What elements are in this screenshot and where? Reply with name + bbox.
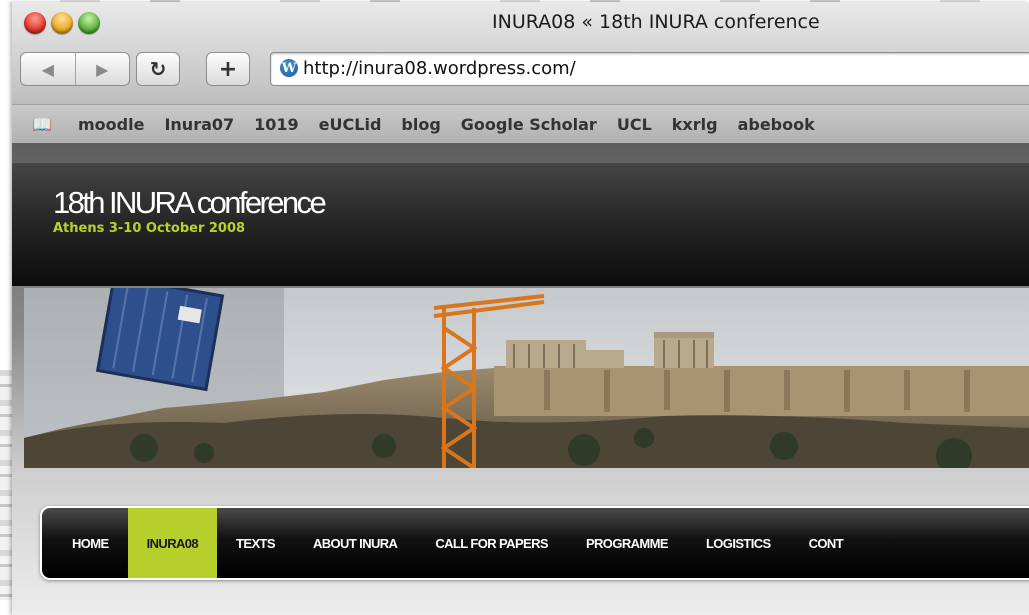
nav-item-texts[interactable]: TEXTS — [217, 508, 294, 578]
bookmark-moodle[interactable]: moodle — [78, 115, 144, 134]
minimize-window-button[interactable] — [51, 12, 73, 34]
bookmark-abebook[interactable]: abebook — [738, 115, 815, 134]
bookmark-kxrlg[interactable]: kxrlg — [672, 115, 718, 134]
back-button[interactable]: ◀ — [21, 53, 75, 85]
bookmark-inura07[interactable]: Inura07 — [164, 115, 234, 134]
address-bar[interactable]: W http://inura08.wordpress.com/ — [270, 52, 1029, 86]
reload-button[interactable]: ↻ — [136, 52, 180, 86]
acropolis-photo — [24, 288, 1029, 468]
browser-window: INURA08 « 18th INURA conference ◀ ▶ ↻ + … — [12, 2, 1029, 615]
bookmark-google-scholar[interactable]: Google Scholar — [461, 115, 597, 134]
nav-item-inura08[interactable]: INURA08 — [127, 508, 218, 578]
back-forward-buttons: ◀ ▶ — [20, 52, 130, 86]
bookmark-blog[interactable]: blog — [401, 115, 440, 134]
main-navigation: HOME INURA08 TEXTS ABOUT INURA CALL FOR … — [40, 506, 1029, 580]
reload-icon: ↻ — [149, 57, 167, 81]
forward-arrow-icon: ▶ — [96, 59, 109, 79]
nav-item-logistics[interactable]: LOGISTICS — [687, 508, 790, 578]
url-text[interactable]: http://inura08.wordpress.com/ — [303, 58, 576, 79]
book-icon[interactable]: 📖 — [32, 115, 64, 134]
bookmark-ucl[interactable]: UCL — [617, 115, 652, 134]
web-page: 18th INURA conference Athens 3-10 Octobe… — [12, 143, 1029, 615]
bookmark-1019[interactable]: 1019 — [254, 115, 299, 134]
plus-icon: + — [218, 56, 238, 82]
nav-item-call-for-papers[interactable]: CALL FOR PAPERS — [416, 508, 567, 578]
window-title: INURA08 « 18th INURA conference — [492, 11, 820, 33]
nav-item-home[interactable]: HOME — [42, 508, 128, 578]
nav-item-programme[interactable]: PROGRAMME — [567, 508, 687, 578]
site-tagline: Athens 3-10 October 2008 — [53, 221, 246, 236]
zoom-window-button[interactable] — [78, 12, 100, 34]
nav-item-about-inura[interactable]: ABOUT INURA — [294, 508, 416, 578]
bookmarks-bar: 📖 moodle Inura07 1019 eUCLid blog Google… — [12, 104, 1029, 144]
site-title[interactable]: 18th INURA conference — [53, 185, 327, 221]
site-header: 18th INURA conference Athens 3-10 Octobe… — [12, 163, 1029, 286]
header-banner-image — [24, 288, 1029, 468]
bookmark-euclid[interactable]: eUCLid — [319, 115, 382, 134]
back-arrow-icon: ◀ — [41, 59, 54, 79]
browser-toolbar: INURA08 « 18th INURA conference ◀ ▶ ↻ + … — [12, 2, 1029, 104]
forward-button[interactable]: ▶ — [74, 53, 130, 85]
nav-item-contact[interactable]: CONT — [790, 508, 862, 578]
wordpress-icon: W — [280, 59, 298, 77]
add-bookmark-button[interactable]: + — [206, 52, 250, 86]
close-window-button[interactable] — [24, 12, 46, 34]
